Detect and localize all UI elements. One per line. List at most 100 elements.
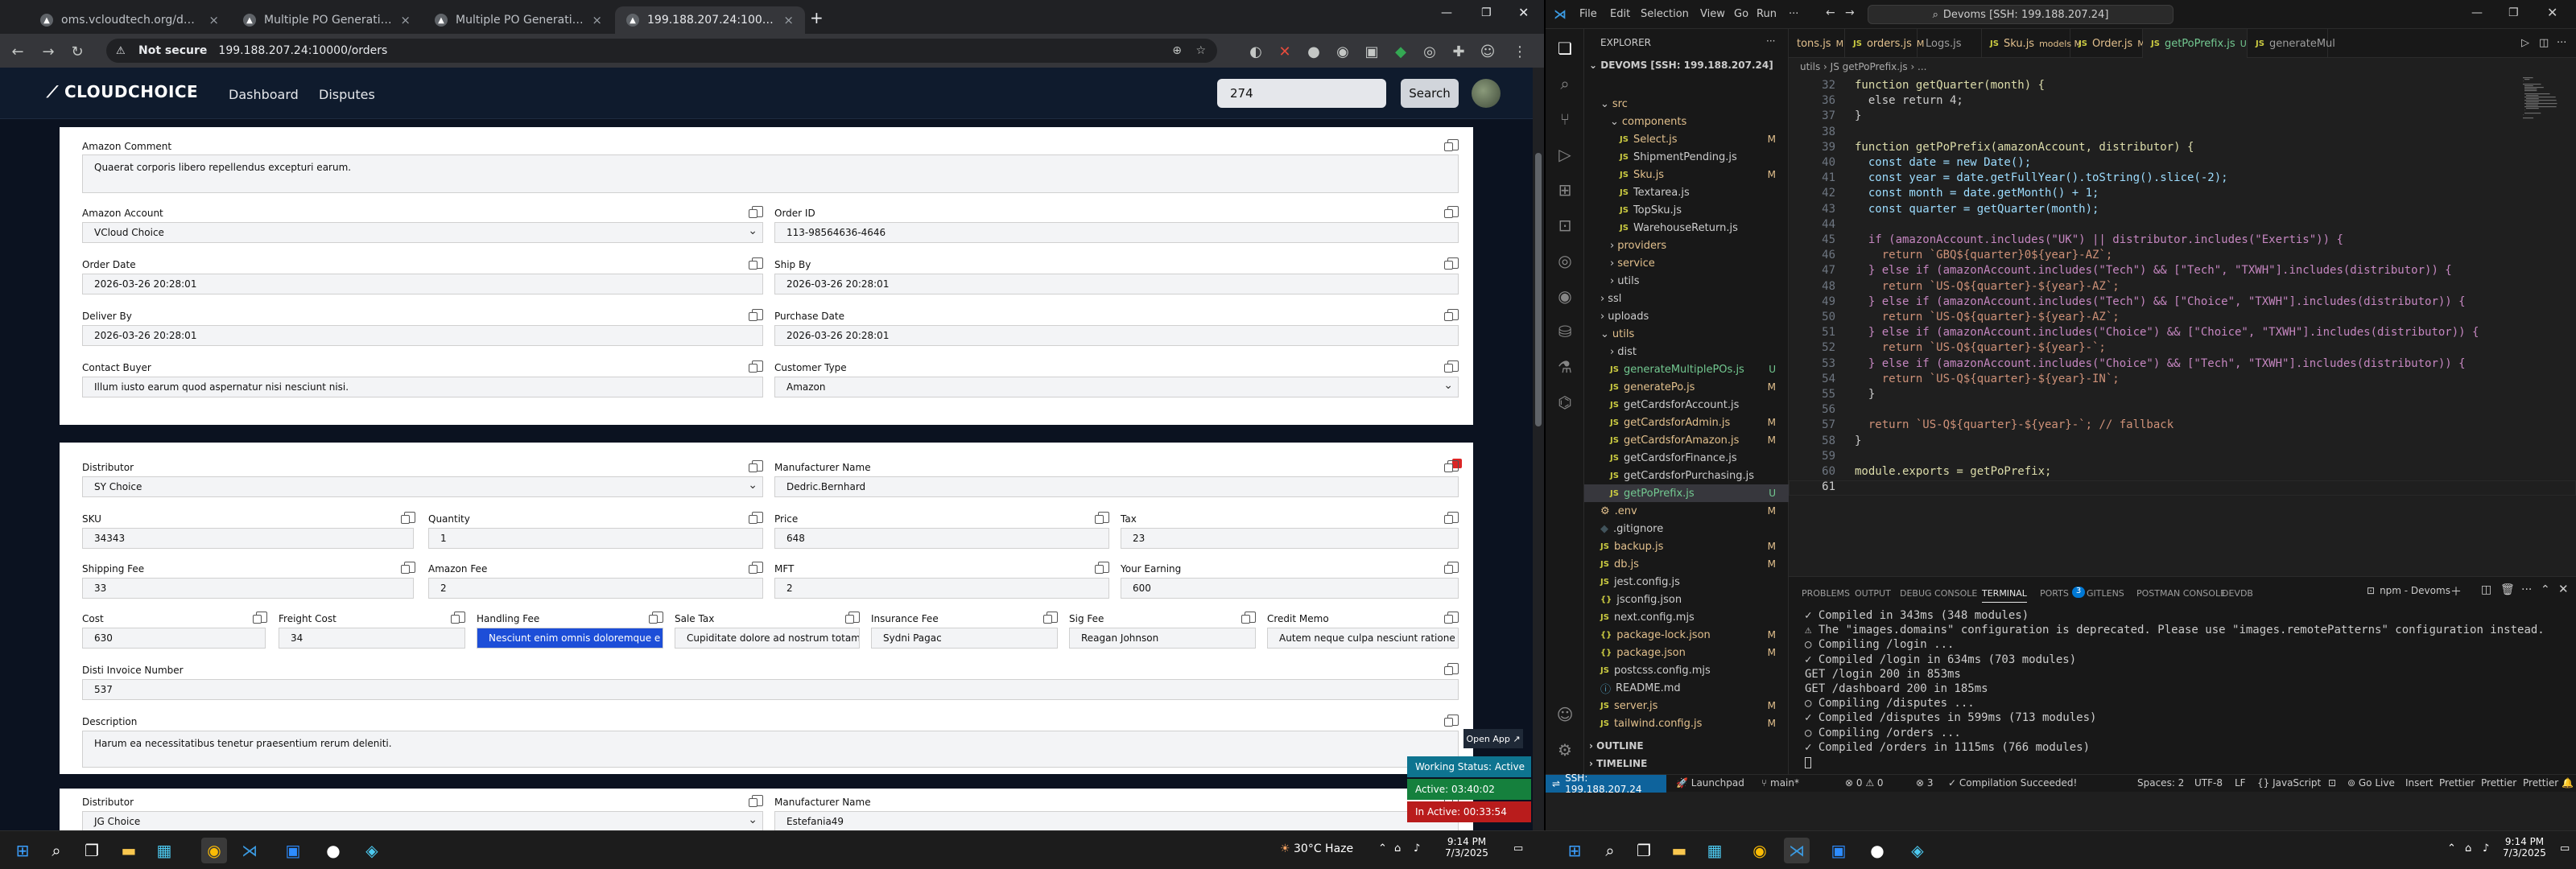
copy-icon[interactable] xyxy=(749,309,763,321)
cost-field[interactable]: 630 xyxy=(82,628,266,649)
extension-x-icon[interactable]: ✕ xyxy=(1275,42,1294,61)
tree-item[interactable]: JS getCardsforPurchasing.js xyxy=(1584,467,1789,484)
extensions-icon[interactable]: ⊞ xyxy=(1555,180,1575,200)
editor-tab[interactable]: JS Sku.js models M xyxy=(1982,29,2082,58)
maximize-icon[interactable]: ❐ xyxy=(1481,6,1492,19)
tree-item[interactable]: › utils xyxy=(1584,272,1789,290)
search-button[interactable]: Search xyxy=(1401,79,1459,108)
copy-icon[interactable] xyxy=(649,612,663,624)
close-window-icon[interactable]: ✕ xyxy=(1518,5,1529,20)
gitlens-status-icon[interactable]: ⊡ xyxy=(2328,777,2336,789)
editor-tab[interactable]: JS orders.js M xyxy=(1845,29,1924,58)
copy-icon[interactable] xyxy=(749,562,763,574)
windows-start-icon[interactable]: ⊞ xyxy=(1562,838,1587,863)
panel-tab-postman-console[interactable]: POSTMAN CONSOLE xyxy=(2136,588,2226,599)
minimize-icon[interactable]: — xyxy=(1441,6,1452,19)
tree-item[interactable]: JS server.js M xyxy=(1584,697,1789,715)
price-field[interactable]: 648 xyxy=(774,528,1109,549)
menu-selection[interactable]: Selection xyxy=(1641,8,1689,20)
tree-item[interactable]: JS getCardsforAdmin.js M xyxy=(1584,414,1789,431)
clock-left[interactable]: 9:14 PM 7/3/2025 xyxy=(1435,836,1499,859)
editor-tab[interactable]: JS getPoPrefix.js U xyxy=(2143,29,2248,58)
python-icon[interactable]: ⌬ xyxy=(1555,393,1575,412)
tree-item[interactable]: JS next.config.mjs xyxy=(1584,608,1789,626)
copy-icon[interactable] xyxy=(749,795,763,807)
prettier-status[interactable]: Prettier xyxy=(2439,777,2475,789)
freight-cost-field[interactable]: 34 xyxy=(279,628,465,649)
task-view-icon[interactable]: ❐ xyxy=(79,838,105,863)
workspace-root[interactable]: ⌄ DEVOMS [SSH: 199.188.207.24] xyxy=(1589,60,1773,71)
browser-menu-icon[interactable]: ⋮ xyxy=(1510,42,1530,61)
tree-item[interactable]: JS ShipmentPending.js xyxy=(1584,148,1789,166)
menu-go[interactable]: Go xyxy=(1734,8,1748,20)
menu-edit[interactable]: Edit xyxy=(1610,8,1630,20)
volume-icon[interactable]: ♪ xyxy=(2483,842,2489,855)
minimize-icon[interactable]: — xyxy=(2471,6,2483,19)
copy-icon[interactable] xyxy=(749,512,763,524)
database-icon[interactable]: ⛁ xyxy=(1555,322,1575,341)
tree-item[interactable]: JS getCardsforAccount.js xyxy=(1584,396,1789,414)
terminal-output[interactable]: ✓ Compiled in 343ms (348 modules) ⚠ The "… xyxy=(1789,609,2576,778)
tree-item[interactable]: › dist xyxy=(1584,343,1789,360)
contact-buyer-field[interactable]: Illum iusto earum quod aspernatur nisi n… xyxy=(82,377,763,397)
postman-icon[interactable]: ◉ xyxy=(1555,286,1575,306)
copy-icon[interactable] xyxy=(253,612,267,624)
chrome-icon[interactable]: ◉ xyxy=(201,838,227,863)
vscode-taskbar-icon[interactable]: ⋊ xyxy=(1784,838,1810,863)
remote-indicator[interactable]: ⇌ SSH: 199.188.207.24 xyxy=(1546,772,1666,795)
search-icon[interactable]: ⌕ xyxy=(43,838,69,863)
close-tab-icon[interactable]: × xyxy=(783,13,794,27)
file-explorer-icon[interactable]: ▬ xyxy=(116,838,142,863)
panel-tab-problems[interactable]: PROBLEMS xyxy=(1802,588,1850,599)
eol-status[interactable]: LF xyxy=(2235,777,2246,789)
copy-icon[interactable] xyxy=(1444,360,1459,373)
copy-icon[interactable] xyxy=(845,612,860,624)
new-terminal-icon[interactable]: ＋ xyxy=(2450,583,2462,599)
amazon-account-select[interactable]: VCloud Choice xyxy=(82,222,763,243)
zoom-app-icon[interactable]: ▣ xyxy=(1826,838,1852,863)
language-status[interactable]: {} JavaScript xyxy=(2257,777,2321,789)
open-app-button[interactable]: Open App ↗ xyxy=(1463,729,1523,748)
gitlens-icon[interactable]: ◎ xyxy=(1555,251,1575,270)
tree-item[interactable]: › ssl xyxy=(1584,290,1789,307)
windows-start-icon[interactable]: ⊞ xyxy=(10,838,35,863)
copy-icon[interactable] xyxy=(1444,663,1459,675)
zoom-app-icon[interactable]: ▣ xyxy=(280,838,306,863)
quantity-field[interactable]: 1 xyxy=(428,528,763,549)
extension-icon[interactable]: ◉ xyxy=(1333,42,1352,61)
tree-item[interactable]: JS Sku.js M xyxy=(1584,166,1789,183)
app-icon[interactable]: ◈ xyxy=(1905,838,1930,863)
menu-more[interactable]: ··· xyxy=(1789,8,1798,20)
copy-icon[interactable] xyxy=(749,360,763,373)
order-search-input[interactable]: 274 xyxy=(1217,79,1386,108)
tree-item[interactable]: ⌄ utils xyxy=(1584,325,1789,343)
tree-item[interactable]: ◆ .gitignore xyxy=(1584,520,1789,537)
minimap[interactable] xyxy=(2521,77,2566,126)
your-earning-field[interactable]: 600 xyxy=(1121,578,1459,599)
run-debug-icon[interactable]: ▷ xyxy=(1555,145,1575,164)
copy-icon[interactable] xyxy=(1241,612,1256,624)
tree-item[interactable]: ⓘ README.md xyxy=(1584,679,1789,697)
insurance-fee-field[interactable]: Sydni Pagac xyxy=(871,628,1058,649)
tree-item[interactable]: › uploads xyxy=(1584,307,1789,325)
panel-more-icon[interactable]: ··· xyxy=(2521,583,2532,596)
copy-icon[interactable] xyxy=(1444,612,1459,624)
browser-tab-orders[interactable]: ▲199.188.207.24:10000/orders× xyxy=(615,6,805,34)
menu-file[interactable]: File xyxy=(1579,8,1597,20)
copy-icon[interactable] xyxy=(1444,206,1459,218)
network-icon[interactable]: ⌂ xyxy=(2465,842,2471,855)
prettier-status[interactable]: Prettier xyxy=(2481,777,2516,789)
address-bar[interactable]: ⚠ Not secure 199.188.207.24:10000/orders… xyxy=(106,39,1217,63)
tree-item[interactable]: JS jest.config.js xyxy=(1584,573,1789,591)
reload-icon[interactable]: ↻ xyxy=(68,42,87,61)
tree-item[interactable]: JS Select.js M xyxy=(1584,130,1789,148)
tree-item[interactable]: {} package-lock.json M xyxy=(1584,626,1789,644)
more-actions-icon[interactable]: ··· xyxy=(2557,37,2566,49)
tree-item[interactable]: ⚙ .env M xyxy=(1584,502,1789,520)
tree-item[interactable]: › providers xyxy=(1584,237,1789,254)
copy-icon[interactable] xyxy=(1095,512,1109,524)
accounts-icon[interactable]: ☺ xyxy=(1555,705,1575,724)
prettier-status[interactable]: Prettier xyxy=(2523,777,2558,789)
copy-icon[interactable] xyxy=(451,612,465,624)
tree-item[interactable]: JS Textarea.js xyxy=(1584,183,1789,201)
